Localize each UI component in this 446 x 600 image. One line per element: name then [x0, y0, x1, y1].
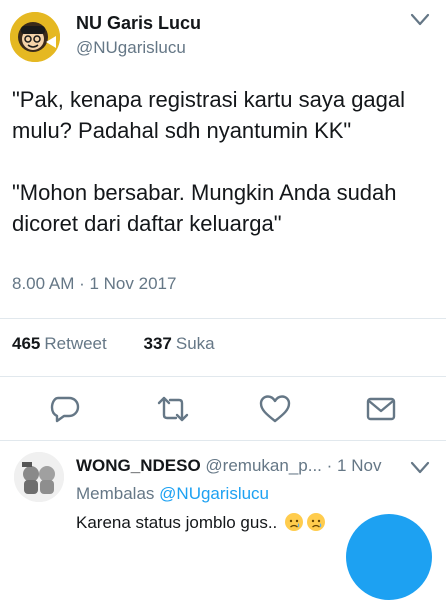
- message-icon[interactable]: [364, 392, 398, 426]
- tweet-timestamp: 8.00 AM · 1 Nov 2017: [12, 274, 177, 293]
- author-avatar[interactable]: [10, 12, 60, 62]
- retweet-icon[interactable]: [156, 392, 190, 426]
- author-display-name[interactable]: NU Garis Lucu: [76, 13, 201, 34]
- like-stat[interactable]: 337 Suka: [143, 334, 214, 354]
- divider: [0, 376, 446, 377]
- reply-author-handle[interactable]: @remukan_p...: [205, 456, 321, 475]
- sad-tear-emoji: [285, 513, 304, 531]
- like-count: 337: [143, 334, 172, 353]
- chevron-down-icon[interactable]: [410, 460, 430, 476]
- reply-time[interactable]: 1 Nov: [337, 456, 381, 475]
- tweet-text: "Pak, kenapa registrasi kartu saya gagal…: [12, 87, 406, 236]
- retweet-stat[interactable]: 465 Retweet: [12, 334, 107, 354]
- reply-header: WONG_NDESO @remukan_p... · 1 Nov: [76, 456, 381, 476]
- reply-text-body: Karena status jomblo gus..: [76, 513, 278, 532]
- divider: [0, 318, 446, 319]
- compose-button[interactable]: [346, 514, 432, 600]
- tweet-stats: 465 Retweet 337 Suka: [12, 334, 247, 354]
- reply-author-name[interactable]: WONG_NDESO: [76, 456, 201, 475]
- like-icon[interactable]: [258, 392, 292, 426]
- sad-tear-emoji: [307, 513, 326, 531]
- author-handle[interactable]: @NUgarislucu: [76, 38, 186, 58]
- replying-label: Membalas: [76, 484, 155, 503]
- reply-text: Karena status jomblo gus..: [76, 512, 326, 533]
- replying-to: Membalas @NUgarislucu: [76, 484, 269, 504]
- reply-author-avatar[interactable]: [14, 452, 64, 502]
- tweet-header: NU Garis Lucu @NUgarislucu: [0, 0, 446, 70]
- like-label: Suka: [175, 334, 215, 353]
- retweet-count: 465: [12, 334, 41, 353]
- replying-mention[interactable]: @NUgarislucu: [159, 484, 269, 503]
- reply-icon[interactable]: [48, 392, 82, 426]
- chevron-down-icon[interactable]: [410, 12, 430, 28]
- separator-dot: ·: [326, 456, 333, 475]
- retweet-label: Retweet: [44, 334, 107, 353]
- tweet-actions: [0, 388, 446, 428]
